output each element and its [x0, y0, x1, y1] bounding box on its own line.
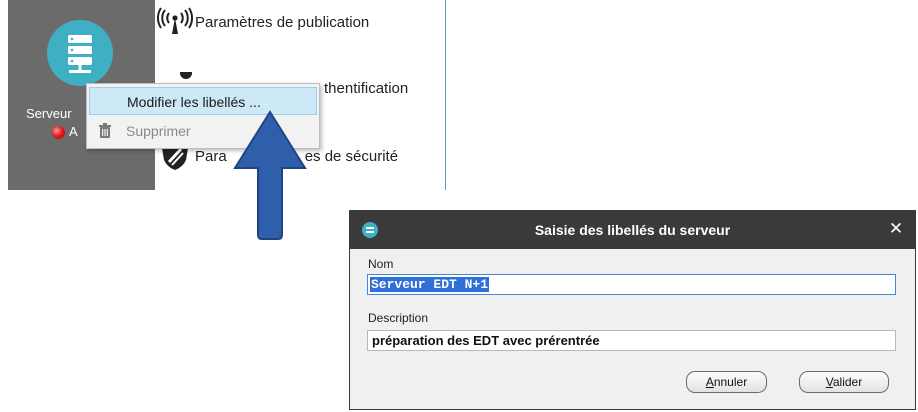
cancel-button-mnemonic: A [705, 375, 714, 389]
dialog-title: Saisie des libellés du serveur [534, 222, 731, 238]
cancel-button-label: nnuler [713, 375, 748, 389]
validate-button-mnemonic: V [825, 375, 833, 389]
edit-labels-dialog: Saisie des libellés du serveur ✕ Nom Ser… [349, 210, 916, 410]
trash-icon [97, 123, 113, 139]
menu-item-label: thentification [324, 79, 409, 97]
validate-button-label: alider [832, 375, 863, 389]
server-stack-icon[interactable] [47, 20, 113, 86]
description-input[interactable]: préparation des EDT avec prérentrée [367, 330, 896, 351]
close-icon[interactable]: ✕ [887, 220, 905, 238]
validate-button[interactable]: Valider [799, 371, 889, 393]
arrow-down-right-icon [233, 110, 307, 240]
context-menu-item-label: Supprimer [126, 123, 191, 139]
menu-item-label: Paramètres de publication [195, 13, 370, 31]
description-input-value: préparation des EDT avec prérentrée [372, 333, 600, 348]
menu-item-label-left: Para [195, 147, 227, 165]
cancel-button[interactable]: Annuler [686, 371, 767, 393]
server-label: Serveur [26, 106, 72, 121]
menu-item-publication[interactable]: Paramètres de publication [155, 6, 369, 38]
description-label: Description [368, 311, 429, 325]
nom-label: Nom [368, 257, 394, 271]
dialog-titlebar[interactable]: Saisie des libellés du serveur ✕ [350, 211, 915, 249]
server-status-text: A [69, 124, 78, 139]
broadcast-icon [155, 6, 195, 38]
status-indicator-icon [52, 126, 65, 139]
nom-input-value: Serveur EDT N+1 [370, 277, 490, 292]
nom-input[interactable]: Serveur EDT N+1 [367, 274, 896, 295]
menu-item-label-right: es de sécurité [304, 147, 399, 165]
